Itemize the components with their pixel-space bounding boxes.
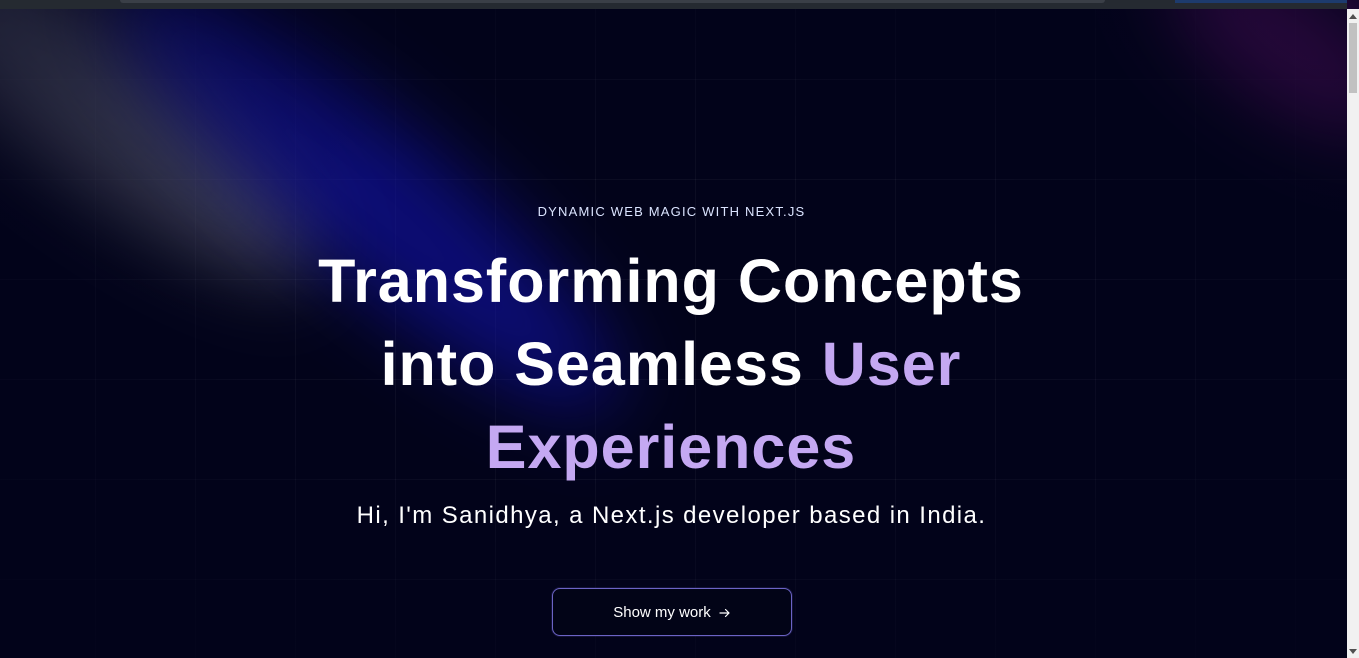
hero-section: DYNAMIC WEB MAGIC WITH NEXT.JS Transform… bbox=[0, 0, 1343, 658]
scrollbar-thumb[interactable] bbox=[1349, 23, 1357, 93]
scroll-up-arrow-icon[interactable] bbox=[1349, 12, 1357, 20]
browser-top-bar bbox=[0, 0, 1347, 9]
hero-eyebrow: DYNAMIC WEB MAGIC WITH NEXT.JS bbox=[537, 204, 806, 219]
hero-intro: Hi, I'm Sanidhya, a Next.js developer ba… bbox=[356, 502, 987, 529]
headline-accent-word: User bbox=[821, 330, 962, 398]
hero-headline: Transforming Concepts into Seamless User… bbox=[271, 240, 1071, 489]
page: DYNAMIC WEB MAGIC WITH NEXT.JS Transform… bbox=[0, 0, 1359, 658]
headline-line-3: Experiences bbox=[485, 413, 857, 481]
headline-line-1: Transforming Concepts bbox=[318, 247, 1024, 315]
top-accent-strip bbox=[1175, 0, 1347, 3]
show-my-work-label: Show my work bbox=[613, 603, 711, 621]
arrow-right-icon bbox=[719, 606, 731, 618]
headline-line-2: into Seamless bbox=[380, 330, 804, 398]
show-my-work-button[interactable]: Show my work bbox=[552, 588, 792, 636]
tab-strip bbox=[120, 0, 1105, 3]
scroll-down-arrow-icon[interactable] bbox=[1349, 648, 1357, 656]
vertical-scrollbar[interactable] bbox=[1347, 9, 1359, 658]
